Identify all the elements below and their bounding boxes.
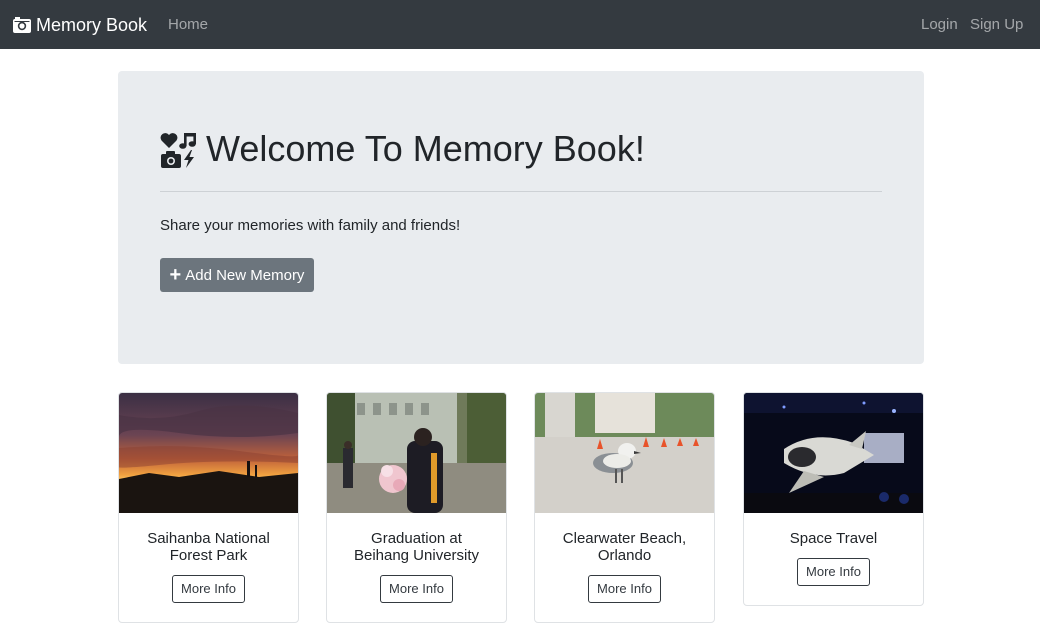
add-memory-label: Add New Memory xyxy=(185,266,305,284)
card-body: Graduation at Beihang University More In… xyxy=(327,513,506,603)
camera-icon xyxy=(13,17,31,33)
space-shuttle-photo xyxy=(744,393,923,513)
plus-icon: + xyxy=(169,264,182,286)
more-info-button[interactable]: More Info xyxy=(380,575,453,603)
brand-link[interactable]: Memory Book xyxy=(13,13,147,37)
card-body: Saihanba National Forest Park More Info xyxy=(119,513,298,603)
card-title: Clearwater Beach, Orlando xyxy=(562,530,687,564)
memory-card: Saihanba National Forest Park More Info xyxy=(118,392,299,623)
divider xyxy=(160,191,882,192)
memory-card: Clearwater Beach, Orlando More Info xyxy=(534,392,715,623)
nav-signup-link[interactable]: Sign Up xyxy=(970,16,1023,33)
card-title: Space Travel xyxy=(789,530,878,547)
card-body: Space Travel More Info xyxy=(744,513,923,586)
welcome-heading: Welcome To Memory Book! xyxy=(160,129,645,169)
tagline: Share your memories with family and frie… xyxy=(160,217,461,234)
sunset-forest-photo xyxy=(119,393,298,513)
nav-login-link[interactable]: Login xyxy=(921,16,958,33)
memories-icon xyxy=(160,132,196,168)
page-title: Welcome To Memory Book! xyxy=(206,128,645,169)
card-body: Clearwater Beach, Orlando More Info xyxy=(535,513,714,603)
add-memory-button[interactable]: + Add New Memory xyxy=(160,258,314,292)
more-info-button[interactable]: More Info xyxy=(588,575,661,603)
memory-card: Graduation at Beihang University More In… xyxy=(326,392,507,623)
more-info-button[interactable]: More Info xyxy=(797,558,870,586)
brand-label: Memory Book xyxy=(36,14,148,35)
graduation-photo xyxy=(327,393,506,513)
card-title: Saihanba National Forest Park xyxy=(147,530,270,564)
navbar: Memory Book Home Login Sign Up xyxy=(0,0,1040,49)
more-info-button[interactable]: More Info xyxy=(172,575,245,603)
seagull-beach-photo xyxy=(535,393,714,513)
card-title: Graduation at Beihang University xyxy=(353,530,480,564)
memory-card: Space Travel More Info xyxy=(743,392,924,606)
welcome-jumbotron: Welcome To Memory Book! Share your memor… xyxy=(118,71,924,364)
nav-home-link[interactable]: Home xyxy=(168,16,208,33)
